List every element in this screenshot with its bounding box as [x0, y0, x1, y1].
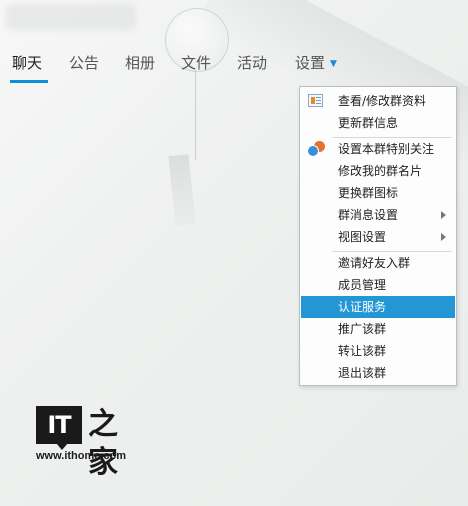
ithome-logo-wordmark: 之家: [88, 407, 118, 480]
group-tab-bar: 聊天 公告 相册 文件 活动 设置 ▼: [0, 48, 468, 84]
chevron-down-icon: ▼: [330, 58, 337, 69]
tab-activity[interactable]: 活动: [237, 52, 267, 73]
menu-item-label: 查看/修改群资料: [338, 94, 427, 108]
blurred-group-name: [6, 4, 136, 30]
menu-item-label: 认证服务: [338, 300, 387, 314]
ithome-url: www.ithome.com: [36, 450, 127, 462]
menu-item-update-group-info[interactable]: 更新群信息: [301, 112, 455, 134]
menu-item-view-settings[interactable]: 视图设置: [301, 226, 455, 248]
group-info-icon: [308, 94, 323, 107]
menu-item-special-follow[interactable]: 设置本群特别关注: [301, 138, 455, 160]
menu-item-label: 推广该群: [338, 322, 387, 336]
special-follow-icon: [306, 141, 326, 157]
submenu-arrow-icon: [441, 233, 446, 241]
menu-item-label: 转让该群: [338, 344, 387, 358]
menu-item-label: 群消息设置: [338, 208, 399, 222]
menu-item-label: 视图设置: [338, 230, 387, 244]
tab-settings-label: 设置: [295, 54, 326, 72]
tab-album[interactable]: 相册: [125, 52, 155, 73]
menu-item-certification-service[interactable]: 认证服务: [301, 296, 455, 318]
menu-item-edit-my-card[interactable]: 修改我的群名片: [301, 160, 455, 182]
submenu-arrow-icon: [441, 211, 446, 219]
menu-item-label: 更换群图标: [338, 186, 399, 200]
menu-item-member-management[interactable]: 成员管理: [301, 274, 455, 296]
tab-files[interactable]: 文件: [181, 52, 211, 73]
menu-item-message-settings[interactable]: 群消息设置: [301, 204, 455, 226]
tab-announcement[interactable]: 公告: [69, 52, 99, 73]
menu-item-transfer-group[interactable]: 转让该群: [301, 340, 455, 362]
active-tab-indicator: [10, 80, 48, 83]
menu-item-label: 设置本群特别关注: [338, 142, 435, 156]
ithome-watermark-logo: IT 之家 www.ithome.com: [36, 404, 136, 480]
wind-chime-tag: [168, 154, 196, 226]
ithome-logo-mark: IT: [36, 406, 82, 450]
menu-item-view-edit-group-info[interactable]: 查看/修改群资料: [301, 90, 455, 112]
settings-dropdown-menu: 查看/修改群资料 更新群信息 设置本群特别关注 修改我的群名片 更换群图标 群消…: [299, 86, 457, 386]
menu-item-change-group-icon[interactable]: 更换群图标: [301, 182, 455, 204]
menu-item-invite-friends[interactable]: 邀请好友入群: [301, 252, 455, 274]
menu-item-label: 修改我的群名片: [338, 164, 423, 178]
menu-item-label: 邀请好友入群: [338, 256, 411, 270]
menu-item-label: 更新群信息: [338, 116, 399, 130]
tab-chat[interactable]: 聊天: [12, 52, 42, 73]
menu-item-quit-group[interactable]: 退出该群: [301, 362, 455, 384]
tab-settings[interactable]: 设置 ▼: [295, 52, 337, 73]
menu-item-label: 退出该群: [338, 366, 387, 380]
menu-item-promote-group[interactable]: 推广该群: [301, 318, 455, 340]
menu-item-label: 成员管理: [338, 278, 387, 292]
